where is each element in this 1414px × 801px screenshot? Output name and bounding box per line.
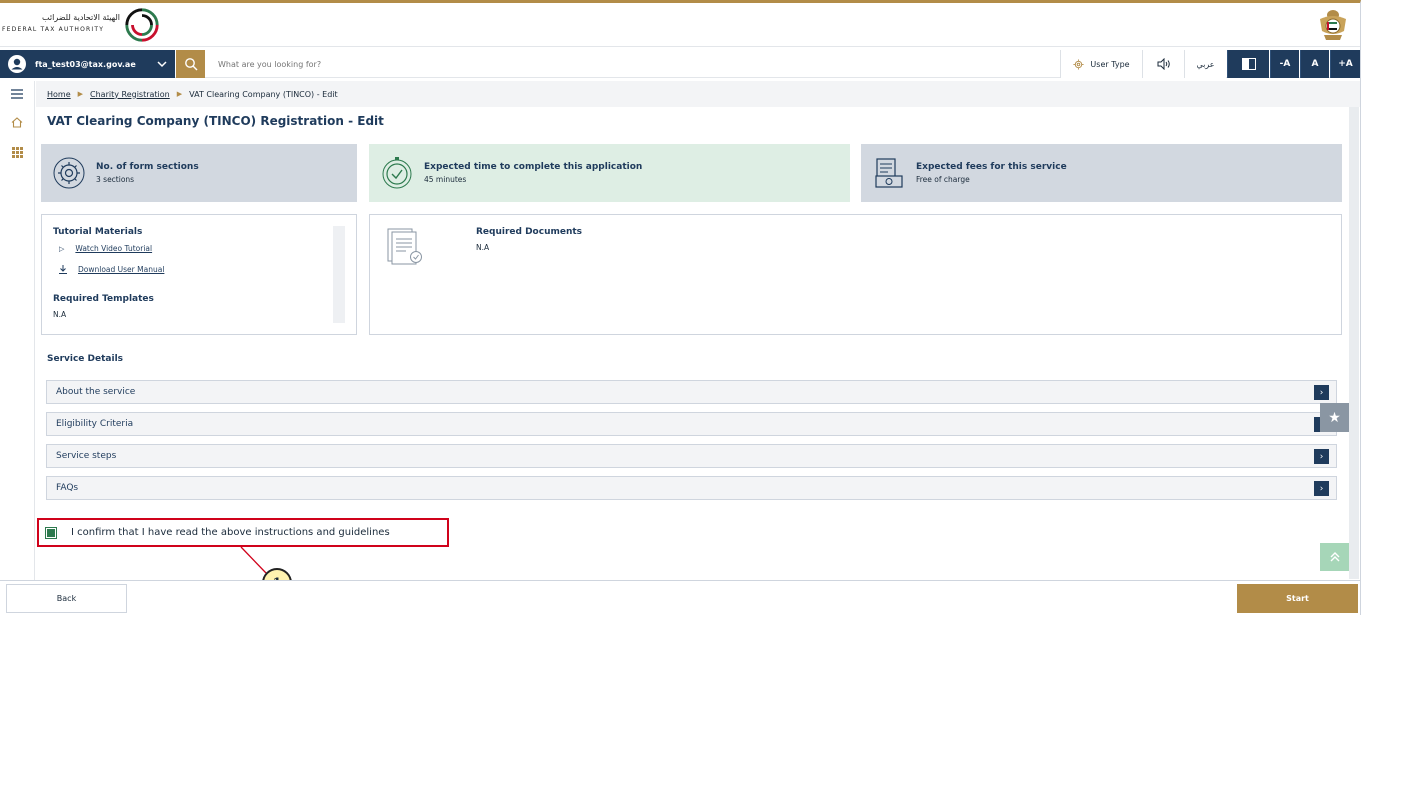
start-button[interactable]: Start bbox=[1237, 584, 1358, 613]
text-to-speech-button[interactable] bbox=[1142, 50, 1184, 78]
accordion-label: Eligibility Criteria bbox=[56, 419, 134, 429]
watch-video-row[interactable]: ▷ Watch Video Tutorial bbox=[59, 244, 152, 253]
favorite-button[interactable]: ★ bbox=[1320, 403, 1349, 432]
gears-icon bbox=[53, 157, 85, 189]
breadcrumb-separator-icon: ▶ bbox=[77, 90, 84, 98]
breadcrumb: Home ▶ Charity Registration ▶ VAT Cleari… bbox=[36, 81, 1360, 107]
breadcrumb-separator-icon: ▶ bbox=[176, 90, 183, 98]
confirm-checkbox[interactable] bbox=[45, 526, 57, 539]
info-card-value: 45 minutes bbox=[424, 175, 467, 184]
user-avatar-icon bbox=[8, 55, 26, 73]
language-toggle-button[interactable]: عربي bbox=[1184, 50, 1226, 78]
font-decrease-button[interactable]: -A bbox=[1270, 50, 1299, 78]
download-icon bbox=[59, 265, 67, 274]
chevron-right-icon: › bbox=[1314, 481, 1329, 496]
menu-toggle-button[interactable] bbox=[0, 83, 34, 105]
breadcrumb-home-link[interactable]: Home bbox=[47, 90, 71, 99]
left-rail bbox=[0, 81, 35, 580]
confirm-checkbox-row[interactable]: I confirm that I have read the above ins… bbox=[37, 518, 449, 547]
breadcrumb-charity-link[interactable]: Charity Registration bbox=[90, 90, 170, 99]
confirm-label: I confirm that I have read the above ins… bbox=[71, 527, 390, 538]
font-normal-button[interactable]: A bbox=[1300, 50, 1329, 78]
toolbar: fta_test03@tax.gov.ae User Type bbox=[0, 46, 1360, 78]
back-button[interactable]: Back bbox=[6, 584, 127, 613]
contrast-toggle-button[interactable] bbox=[1227, 50, 1269, 78]
accordion-label: Service steps bbox=[56, 451, 117, 461]
info-card-value: 3 sections bbox=[96, 175, 135, 184]
watch-video-link[interactable]: Watch Video Tutorial bbox=[75, 244, 152, 253]
accordion-label: About the service bbox=[56, 387, 136, 397]
scroll-to-top-button[interactable] bbox=[1320, 543, 1349, 571]
accordion-eligibility[interactable]: Eligibility Criteria › bbox=[46, 412, 1337, 436]
page-scrollbar[interactable] bbox=[1349, 107, 1359, 579]
accordion-about-service[interactable]: About the service › bbox=[46, 380, 1337, 404]
chevron-down-icon bbox=[157, 61, 167, 68]
home-button[interactable] bbox=[0, 111, 34, 133]
chevron-right-icon: › bbox=[1314, 449, 1329, 464]
info-card-fees: Expected fees for this service Free of c… bbox=[861, 144, 1342, 202]
breadcrumb-current: VAT Clearing Company (TINCO) - Edit bbox=[189, 89, 338, 99]
info-card-time: Expected time to complete this applicati… bbox=[369, 144, 850, 202]
hamburger-icon bbox=[11, 89, 23, 99]
stopwatch-icon bbox=[382, 157, 412, 189]
home-icon bbox=[11, 116, 23, 128]
arabic-label: عربي bbox=[1196, 59, 1215, 69]
search-button[interactable] bbox=[176, 50, 205, 78]
fta-logo-icon[interactable] bbox=[123, 6, 161, 44]
app-window: الهيئة الاتحادية للضرائب FEDERAL TAX AUT… bbox=[0, 0, 1361, 617]
tutorial-panel: Tutorial Materials ▷ Watch Video Tutoria… bbox=[41, 214, 357, 335]
info-card-title: No. of form sections bbox=[96, 162, 199, 172]
grid-icon bbox=[11, 146, 23, 158]
accordion-label: FAQs bbox=[56, 483, 79, 493]
accordion-service-steps[interactable]: Service steps › bbox=[46, 444, 1337, 468]
accordion-faqs[interactable]: FAQs › bbox=[46, 476, 1337, 500]
chevron-right-icon: › bbox=[1314, 385, 1329, 400]
user-type-button[interactable]: User Type bbox=[1060, 50, 1142, 78]
documents-value: N.A bbox=[476, 243, 490, 252]
footer-bar: Back Start bbox=[0, 580, 1360, 617]
search-input[interactable] bbox=[210, 50, 1050, 78]
font-increase-label: +A bbox=[1338, 59, 1353, 69]
apps-button[interactable] bbox=[0, 141, 34, 163]
gear-icon bbox=[1073, 58, 1084, 70]
templates-title: Required Templates bbox=[53, 294, 154, 304]
invoice-icon bbox=[875, 158, 903, 188]
contrast-icon bbox=[1241, 58, 1256, 70]
speaker-icon bbox=[1157, 58, 1170, 70]
documents-panel: Required Documents N.A bbox=[369, 214, 1342, 335]
download-manual-link[interactable]: Download User Manual bbox=[78, 265, 164, 274]
info-card-sections: No. of form sections 3 sections bbox=[41, 144, 357, 202]
user-menu-button[interactable]: fta_test03@tax.gov.ae bbox=[0, 50, 175, 78]
documents-title: Required Documents bbox=[476, 227, 583, 237]
page-title: VAT Clearing Company (TINCO) Registratio… bbox=[47, 114, 384, 128]
double-chevron-up-icon bbox=[1330, 552, 1339, 562]
service-details-title: Service Details bbox=[47, 354, 124, 364]
play-icon: ▷ bbox=[59, 244, 65, 253]
font-decrease-label: -A bbox=[1279, 59, 1291, 69]
info-card-title: Expected time to complete this applicati… bbox=[424, 162, 643, 172]
info-card-value: Free of charge bbox=[916, 175, 970, 184]
search-icon bbox=[184, 58, 197, 71]
star-icon: ★ bbox=[1328, 409, 1341, 426]
download-manual-row[interactable]: Download User Manual bbox=[59, 265, 164, 274]
logo-english-text: FEDERAL TAX AUTHORITY bbox=[2, 26, 105, 33]
tutorial-title: Tutorial Materials bbox=[53, 227, 143, 237]
top-header: الهيئة الاتحادية للضرائب FEDERAL TAX AUT… bbox=[0, 3, 1360, 46]
user-type-label: User Type bbox=[1090, 59, 1130, 69]
templates-value: N.A bbox=[53, 310, 67, 319]
uae-emblem-icon bbox=[1320, 10, 1346, 40]
user-email: fta_test03@tax.gov.ae bbox=[35, 59, 136, 69]
documents-icon bbox=[387, 228, 422, 265]
font-increase-button[interactable]: +A bbox=[1330, 50, 1360, 78]
font-normal-label: A bbox=[1311, 59, 1319, 69]
checkbox-checked-mark bbox=[47, 528, 55, 537]
info-card-title: Expected fees for this service bbox=[916, 162, 1067, 172]
logo-arabic-text: الهيئة الاتحادية للضرائب bbox=[42, 13, 120, 22]
tutorial-scrollbar[interactable] bbox=[333, 226, 345, 323]
